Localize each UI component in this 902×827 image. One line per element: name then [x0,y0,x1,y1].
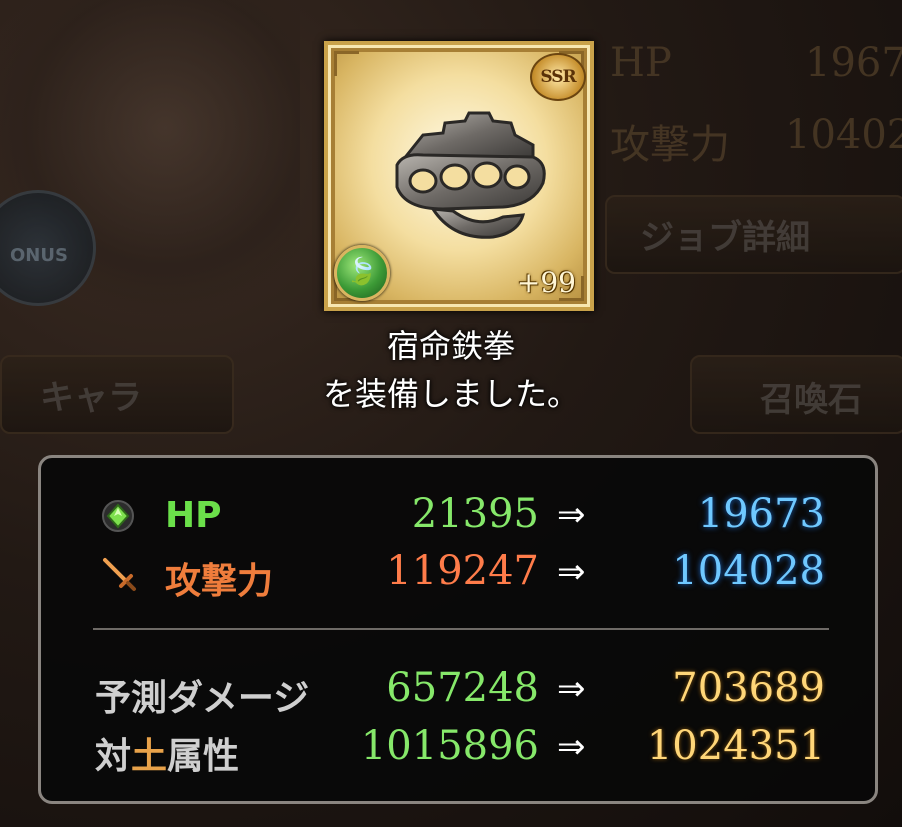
hp-row: HP 21395 ⇒ 19673 [41,491,875,541]
arrow-icon: ⇒ [557,552,586,592]
attack-label: 攻撃力 [165,561,274,602]
equip-message: 宿命鉄拳 を装備しました。 [0,322,902,418]
vs-earth-label: 対土属性 [95,727,239,779]
vs-earth-after-value: 1024351 [646,723,825,769]
hp-before-value: 21395 [411,491,539,537]
bg-atk-value: 10402 [785,112,902,158]
earth-element-text: 土 [131,736,168,777]
arrow-icon: ⇒ [557,727,586,767]
attack-row: 攻撃力 119247 ⇒ 104028 [41,548,875,602]
weapon-icon-card: SSR 🍃 +99 [324,41,594,311]
attack-before-value: 119247 [386,548,539,594]
frame-corner [334,51,359,76]
equip-confirmation-text: を装備しました。 [322,375,579,413]
predicted-damage-after-value: 703689 [672,665,825,711]
bg-atk-label: 攻撃力 [610,122,730,168]
bg-hp-value: 1967 [805,40,902,86]
wind-element-icon: 🍃 [334,245,390,301]
bg-hp-label: HP [610,40,672,86]
item-name: 宿命鉄拳 [386,327,515,365]
hp-label: HP [165,495,222,536]
job-detail-button-label: ジョブ詳細 [640,218,810,258]
predicted-damage-before-value: 657248 [386,665,539,711]
bonus-badge-label: ONUS [10,245,68,266]
vs-earth-row: 対土属性 1015896 ⇒ 1024351 [41,723,875,777]
green-diamond-icon [102,500,134,532]
divider [93,628,829,630]
attack-after-value: 104028 [672,548,825,594]
plus-level: +99 [516,266,576,299]
stat-comparison-panel: HP 21395 ⇒ 19673 攻撃力 119247 ⇒ 104028 予測ダ… [38,455,878,804]
vs-prefix: 対 [95,736,132,777]
sword-icon [103,558,136,591]
predicted-damage-row: 予測ダメージ 657248 ⇒ 703689 [41,665,875,719]
ssr-rarity-badge: SSR [530,53,586,101]
vs-earth-before-value: 1015896 [360,723,539,769]
knuckle-duster-icon [395,111,546,239]
arrow-icon: ⇒ [557,669,586,709]
predicted-damage-label: 予測ダメージ [95,678,310,719]
arrow-icon: ⇒ [557,495,586,535]
hp-after-value: 19673 [697,491,825,537]
attribute-suffix: 属性 [167,736,240,777]
